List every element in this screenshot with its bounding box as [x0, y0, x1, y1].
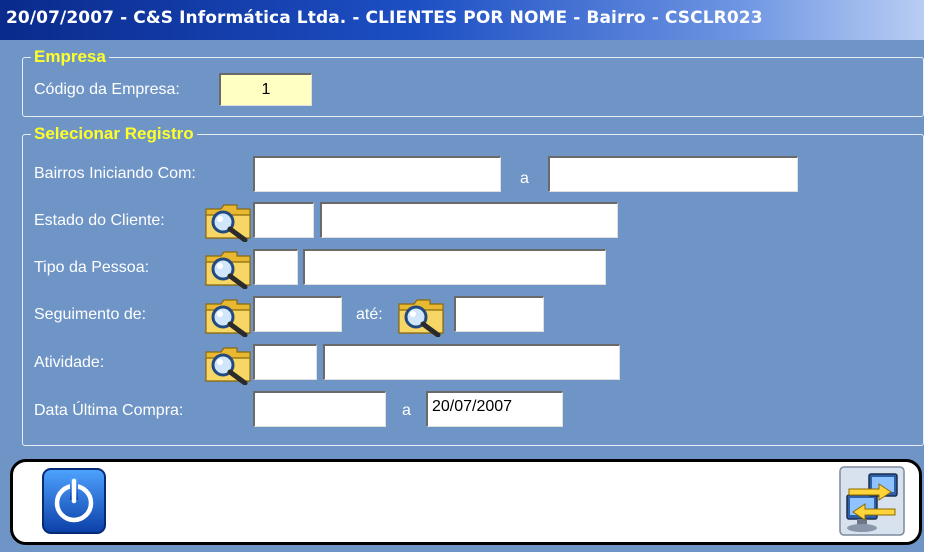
bairros-from-input[interactable] — [253, 156, 501, 192]
seguimento-ate-label: até: — [356, 306, 383, 323]
bairros-separator: a — [520, 170, 529, 187]
codigo-empresa-label: Código da Empresa: — [34, 81, 180, 98]
seguimento-from-input[interactable] — [253, 296, 342, 332]
atividade-label: Atividade: — [34, 354, 105, 371]
tipo-pessoa-desc-input[interactable] — [303, 249, 606, 285]
selecionar-registro-legend: Selecionar Registro — [34, 124, 194, 143]
seguimento-to-lookup-icon[interactable] — [396, 295, 446, 337]
bairros-to-input[interactable] — [548, 156, 798, 192]
estado-code-input[interactable] — [253, 202, 314, 238]
tipo-pessoa-label: Tipo da Pessoa: — [34, 259, 150, 276]
codigo-empresa-field: 1 — [219, 73, 312, 106]
estado-lookup-icon[interactable] — [203, 200, 253, 242]
empresa-legend: Empresa — [34, 47, 106, 66]
atividade-code-input[interactable] — [253, 344, 317, 380]
seguimento-label: Seguimento de: — [34, 306, 147, 323]
computers-exchange-icon[interactable] — [839, 465, 905, 537]
power-icon[interactable] — [41, 465, 107, 537]
atividade-desc-input[interactable] — [323, 344, 620, 380]
tipo-pessoa-code-input[interactable] — [253, 249, 298, 285]
seguimento-from-lookup-icon[interactable] — [203, 295, 253, 337]
tipo-pessoa-lookup-icon[interactable] — [203, 247, 253, 289]
window-title: 20/07/2007 - C&S Informática Ltda. - CLI… — [6, 8, 763, 28]
estado-label: Estado do Cliente: — [34, 212, 165, 229]
action-bar — [10, 459, 922, 545]
seguimento-to-input[interactable] — [454, 296, 544, 332]
atividade-lookup-icon[interactable] — [203, 343, 253, 385]
data-ultima-compra-label: Data Última Compra: — [34, 402, 184, 419]
title-bar: 20/07/2007 - C&S Informática Ltda. - CLI… — [0, 0, 924, 40]
data-separator: a — [402, 402, 411, 419]
bairros-label: Bairros Iniciando Com: — [34, 165, 196, 182]
data-to-input[interactable]: 20/07/2007 — [426, 391, 563, 427]
estado-desc-input[interactable] — [320, 202, 618, 238]
data-from-input[interactable] — [253, 391, 386, 427]
